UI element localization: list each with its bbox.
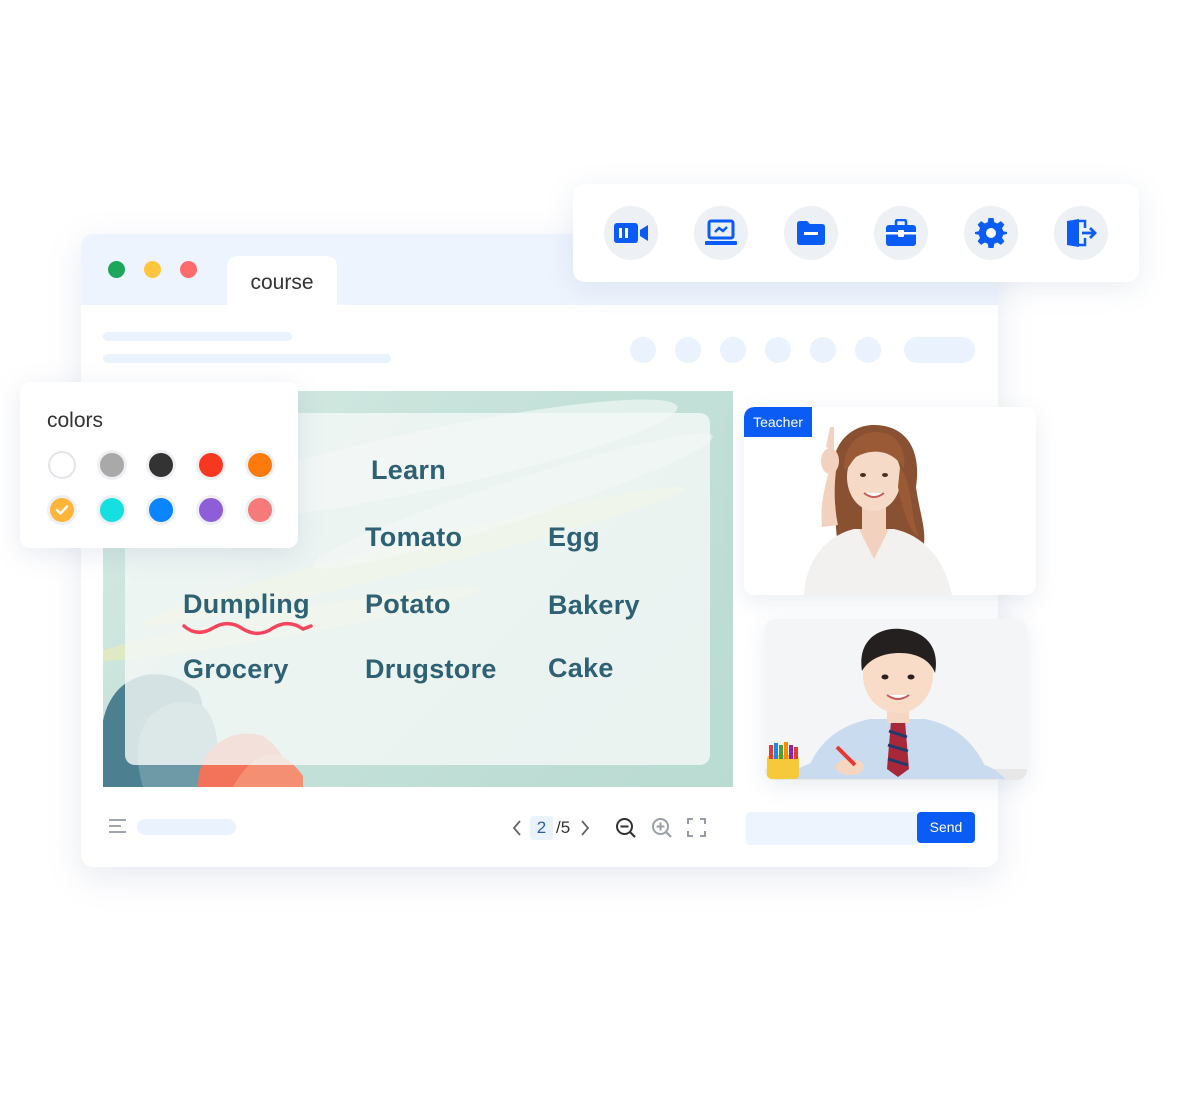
teacher-label: Teacher [744,407,812,437]
settings-button[interactable] [964,206,1018,260]
page-total: /5 [556,818,571,837]
screen-share-icon [705,219,737,245]
swatch-red[interactable] [199,453,223,477]
current-page[interactable]: 2 [530,816,553,840]
swatch-black[interactable] [149,453,173,477]
placeholder-line [103,332,292,341]
swatch-purple[interactable] [199,498,223,522]
video-button[interactable] [604,206,658,260]
exit-icon [1067,219,1097,247]
student-video[interactable] [765,619,1027,780]
swatch-yellow-selected[interactable] [50,498,74,522]
student-avatar [765,619,1027,780]
swatch-cyan[interactable] [100,498,124,522]
folder-icon [797,221,825,245]
settings-gear-icon [975,218,1007,248]
placeholder-dot [675,337,701,363]
files-button[interactable] [784,206,838,260]
word-bakery: Bakery [548,590,640,620]
zoom-in-icon[interactable] [651,817,673,839]
placeholder-dot [810,337,836,363]
swatch-gray[interactable] [100,453,124,477]
minimize-dot[interactable] [144,261,161,278]
word-learn: Learn [371,455,447,485]
exit-button[interactable] [1054,206,1108,260]
placeholder-pill [904,337,975,363]
annotation-underline [182,621,313,636]
toolbox-button[interactable] [874,206,928,260]
screen-share-button[interactable] [694,206,748,260]
placeholder-dot [765,337,791,363]
fullscreen-icon[interactable] [687,818,706,837]
swatch-white[interactable] [50,453,74,477]
send-button[interactable]: Send [917,812,975,843]
word-dumpling: Dumpling [183,589,310,619]
tab-course[interactable]: course [227,256,337,305]
colors-panel: colors [20,382,298,548]
word-potato: Potato [365,589,451,619]
teacher-video[interactable]: Teacher [744,407,1036,595]
placeholder-pill [137,819,236,835]
colors-title: colors [47,409,104,432]
toolbox-icon [886,219,916,246]
chat-input[interactable] [746,812,920,845]
placeholder-dot [630,337,656,363]
word-tomato: Tomato [365,522,463,552]
placeholder-line [103,354,391,363]
word-cake: Cake [548,653,614,683]
menu-icon[interactable] [109,818,127,834]
maximize-dot[interactable] [180,261,197,278]
word-egg: Egg [548,522,600,552]
chevron-left-icon[interactable] [511,819,523,837]
zoom-out-icon[interactable] [615,817,637,839]
close-dot[interactable] [108,261,125,278]
swatch-blue[interactable] [149,498,173,522]
swatch-orange[interactable] [248,453,272,477]
video-camera-icon [614,223,648,243]
placeholder-dot [720,337,746,363]
toolbar [573,184,1139,282]
chevron-right-icon[interactable] [579,819,591,837]
placeholder-dot [855,337,881,363]
swatch-pink[interactable] [248,498,272,522]
word-drugstore: Drugstore [365,654,497,684]
checkmark-icon [55,505,69,515]
word-grocery: Grocery [183,654,289,684]
